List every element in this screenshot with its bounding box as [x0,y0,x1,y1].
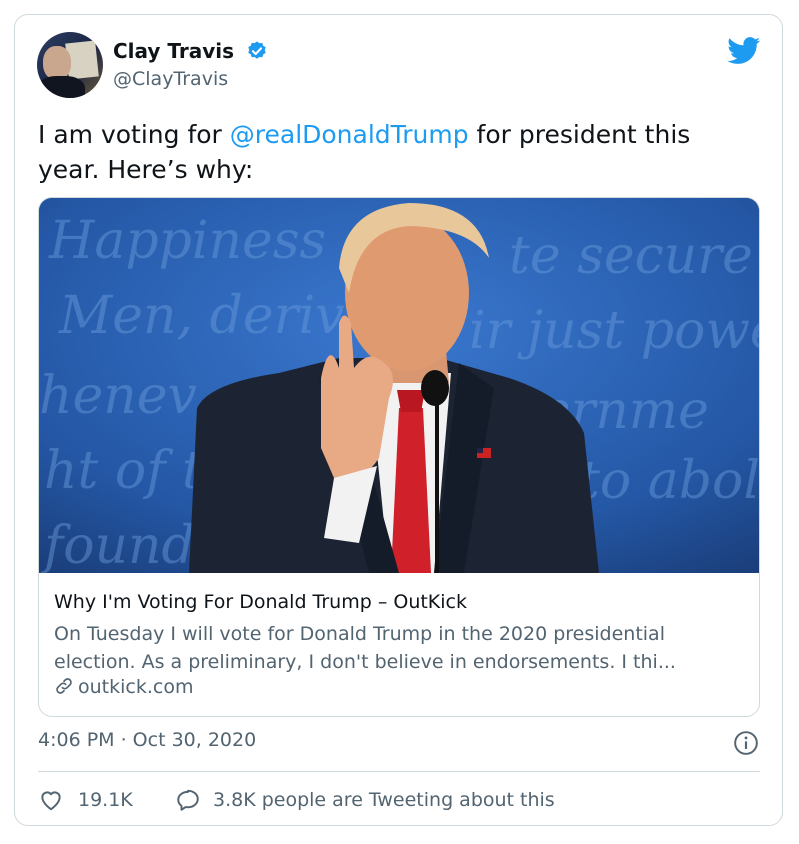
actions-divider [38,771,760,772]
info-icon[interactable] [733,730,759,756]
like-button[interactable]: 19.1K [38,787,133,813]
link-preview-domain-text: outkick.com [78,676,194,698]
svg-text:te secure th: te secure th [509,226,759,286]
author-avatar[interactable] [37,32,103,98]
heart-icon [41,791,61,811]
tweet-text: I am voting for @realDonaldTrump for pre… [38,117,758,187]
mention-link[interactable]: @realDonaldTrump [230,120,469,149]
twitter-bird-icon[interactable] [727,37,761,65]
like-count: 19.1K [78,789,133,811]
tweet-text-lead: I am voting for [38,120,230,149]
svg-text:Happiness: Happiness [48,211,326,271]
link-preview-description: On Tuesday I will vote for Donald Trump … [54,623,676,673]
author-handle[interactable]: @ClayTravis [113,68,228,90]
conversation-button[interactable]: 3.8K people are Tweeting about this [175,787,555,813]
link-preview-image[interactable]: Happiness Men, deriv henev ht of th foun… [39,198,759,573]
svg-text:henev: henev [39,366,197,426]
chain-link-icon [56,678,72,694]
tweet-card[interactable]: Clay Travis @ClayTravis I am voting for … [14,14,783,826]
link-preview-domain[interactable]: outkick.com [54,676,193,698]
svg-text:ir just power: ir just power [469,301,759,361]
link-preview-title[interactable]: Why I'm Voting For Donald Trump – OutKic… [54,591,467,613]
speech-bubble-icon [177,789,199,811]
author-name[interactable]: Clay Travis [113,39,234,63]
link-preview-card[interactable]: Happiness Men, deriv henev ht of th foun… [38,197,760,717]
tweet-timestamp[interactable]: 4:06 PM · Oct 30, 2020 [38,729,256,751]
svg-text:Men, deriv: Men, deriv [58,286,345,346]
verified-badge-icon [248,41,266,59]
svg-text:to abolis: to abolis [579,451,759,511]
conversation-text: 3.8K people are Tweeting about this [213,789,555,811]
